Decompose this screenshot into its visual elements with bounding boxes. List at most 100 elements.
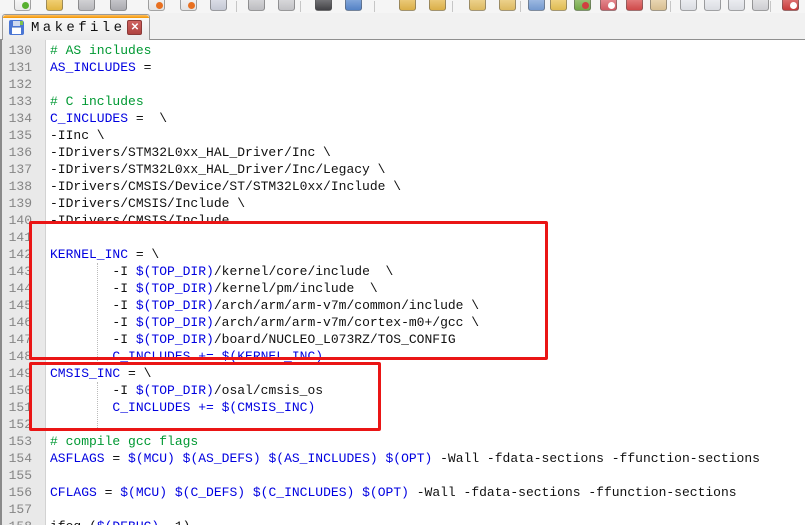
line-number[interactable]: 151 — [2, 399, 45, 416]
code-segment-com: # compile gcc flags — [50, 434, 198, 449]
line-number[interactable]: 155 — [2, 467, 45, 484]
code-editor[interactable]: 1301311321331341351361371381391401411421… — [0, 40, 805, 525]
tab-makefile[interactable]: Makefile ✕ — [2, 14, 150, 40]
find-icon[interactable] — [315, 0, 332, 11]
line-number[interactable]: 154 — [2, 450, 45, 467]
line-number[interactable]: 152 — [2, 416, 45, 433]
line-number[interactable]: 148 — [2, 348, 45, 365]
line-number[interactable]: 136 — [2, 144, 45, 161]
code-line[interactable]: KERNEL_INC = \ — [46, 246, 805, 263]
code-line[interactable]: -I $(TOP_DIR)/kernel/pm/include \ — [46, 280, 805, 297]
monitoring-icon[interactable] — [600, 0, 617, 11]
code-line[interactable] — [46, 416, 805, 433]
new-file-icon[interactable] — [14, 0, 31, 11]
view-window-4-icon[interactable] — [752, 0, 769, 11]
line-number[interactable]: 147 — [2, 331, 45, 348]
code-line[interactable]: C_INCLUDES = \ — [46, 110, 805, 127]
line-number[interactable]: 153 — [2, 433, 45, 450]
undo-icon[interactable] — [399, 0, 416, 11]
line-number[interactable]: 140 — [2, 212, 45, 229]
code-line[interactable]: -IDrivers/CMSIS/Device/ST/STM32L0xx/Incl… — [46, 178, 805, 195]
code-segment-pln: ifeq ( — [50, 519, 97, 525]
view-window-2-icon[interactable] — [704, 0, 721, 11]
code-line[interactable]: -IDrivers/CMSIS/Include — [46, 212, 805, 229]
copy-icon[interactable] — [278, 0, 295, 11]
close-file-icon[interactable] — [148, 0, 165, 11]
code-line[interactable]: # C includes — [46, 93, 805, 110]
code-segment-pln: = \ — [128, 247, 159, 262]
code-line[interactable]: -I $(TOP_DIR)/arch/arm/arm-v7m/cortex-m0… — [46, 314, 805, 331]
code-segment-pln — [175, 451, 183, 466]
tab-bar: Makefile ✕ — [0, 13, 805, 40]
code-line[interactable]: C_INCLUDES += $(KERNEL_INC) — [46, 348, 805, 365]
code-segment-pln: , 1) — [159, 519, 190, 525]
save-icon[interactable] — [78, 0, 95, 11]
code-line[interactable] — [46, 467, 805, 484]
line-number[interactable]: 145 — [2, 297, 45, 314]
code-line[interactable]: -I $(TOP_DIR)/osal/cmsis_os — [46, 382, 805, 399]
line-number[interactable]: 157 — [2, 501, 45, 518]
play-macro-icon[interactable] — [650, 0, 667, 11]
line-number[interactable]: 131 — [2, 59, 45, 76]
cut-icon[interactable] — [248, 0, 265, 11]
line-number[interactable]: 156 — [2, 484, 45, 501]
code-line[interactable]: ASFLAGS = $(MCU) $(AS_DEFS) $(AS_INCLUDE… — [46, 450, 805, 467]
close-all-icon[interactable] — [180, 0, 197, 11]
view-window-1-icon[interactable] — [680, 0, 697, 11]
code-line[interactable]: -IInc \ — [46, 127, 805, 144]
code-line[interactable]: -IDrivers/CMSIS/Include \ — [46, 195, 805, 212]
code-segment-pln — [378, 451, 386, 466]
line-number[interactable]: 137 — [2, 161, 45, 178]
save-all-icon[interactable] — [110, 0, 127, 11]
code-line[interactable]: # AS includes — [46, 42, 805, 59]
code-line[interactable]: -IDrivers/STM32L0xx_HAL_Driver/Inc/Legac… — [46, 161, 805, 178]
open-folder-icon[interactable] — [46, 0, 63, 11]
line-number[interactable]: 158 — [2, 518, 45, 525]
line-number[interactable]: 142 — [2, 246, 45, 263]
record-macro-icon[interactable] — [626, 0, 643, 11]
code-line[interactable]: C_INCLUDES += $(CMSIS_INC) — [46, 399, 805, 416]
close-tab-icon[interactable]: ✕ — [127, 20, 142, 35]
line-number[interactable]: 135 — [2, 127, 45, 144]
code-segment-pln: = \ — [120, 366, 151, 381]
line-number[interactable]: 139 — [2, 195, 45, 212]
replace-icon[interactable] — [345, 0, 362, 11]
function-list-icon[interactable] — [574, 0, 591, 11]
toolbar-separator — [452, 1, 453, 12]
line-number[interactable]: 149 — [2, 365, 45, 382]
code-segment-pln — [245, 485, 253, 500]
line-number[interactable]: 138 — [2, 178, 45, 195]
line-number[interactable]: 133 — [2, 93, 45, 110]
code-line[interactable] — [46, 229, 805, 246]
line-number[interactable]: 146 — [2, 314, 45, 331]
redo-icon[interactable] — [429, 0, 446, 11]
sync-scroll-icon[interactable] — [528, 0, 545, 11]
code-line[interactable]: -I $(TOP_DIR)/board/NUCLEO_L073RZ/TOS_CO… — [46, 331, 805, 348]
code-line[interactable]: CMSIS_INC = \ — [46, 365, 805, 382]
code-line[interactable]: CFLAGS = $(MCU) $(C_DEFS) $(C_INCLUDES) … — [46, 484, 805, 501]
zoom-in-icon[interactable] — [469, 0, 486, 11]
code-area[interactable]: # AS includesAS_INCLUDES =# C includesC_… — [46, 40, 805, 525]
code-line[interactable]: AS_INCLUDES = — [46, 59, 805, 76]
line-number[interactable]: 144 — [2, 280, 45, 297]
zoom-out-icon[interactable] — [499, 0, 516, 11]
line-number[interactable]: 141 — [2, 229, 45, 246]
view-window-3-icon[interactable] — [728, 0, 745, 11]
plugin-icon[interactable] — [782, 0, 799, 11]
code-line[interactable] — [46, 501, 805, 518]
line-number[interactable]: 150 — [2, 382, 45, 399]
line-number[interactable]: 134 — [2, 110, 45, 127]
line-number[interactable]: 143 — [2, 263, 45, 280]
code-line[interactable]: ifeq ($(DEBUG), 1) — [46, 518, 805, 525]
code-segment-var: $(DEBUG) — [97, 519, 159, 525]
code-line[interactable]: -I $(TOP_DIR)/arch/arm/arm-v7m/common/in… — [46, 297, 805, 314]
print-icon[interactable] — [210, 0, 227, 11]
code-line[interactable]: # compile gcc flags — [46, 433, 805, 450]
line-number[interactable]: 130 — [2, 42, 45, 59]
code-line[interactable]: -IDrivers/STM32L0xx_HAL_Driver/Inc \ — [46, 144, 805, 161]
line-number[interactable]: 132 — [2, 76, 45, 93]
code-segment-var: $(OPT) — [386, 451, 433, 466]
doc-map-icon[interactable] — [550, 0, 567, 11]
code-line[interactable] — [46, 76, 805, 93]
code-line[interactable]: -I $(TOP_DIR)/kernel/core/include \ — [46, 263, 805, 280]
